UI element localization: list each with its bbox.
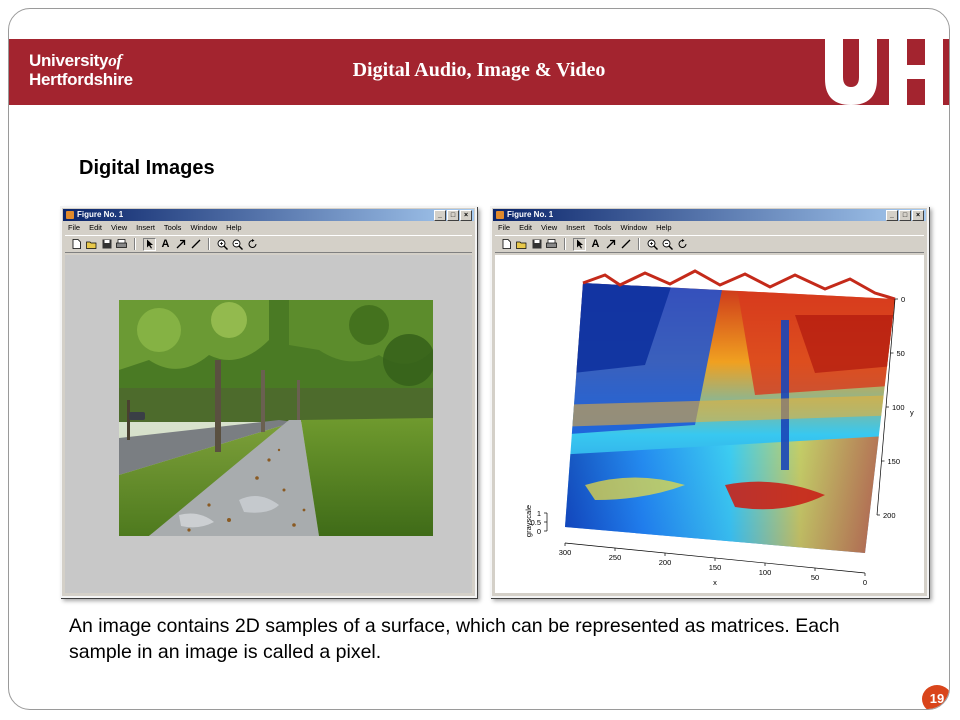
pointer-icon[interactable] <box>143 237 156 251</box>
z-tick-label: 1 <box>537 509 541 518</box>
window-title: Figure No. 1 <box>77 210 124 219</box>
menu-file[interactable]: File <box>498 222 510 234</box>
toolbar-separator <box>564 238 566 250</box>
x-tick-label: 300 <box>559 548 572 557</box>
menu-window[interactable]: Window <box>190 222 217 234</box>
y-tick-label: 200 <box>883 511 896 520</box>
figure-canvas <box>65 255 472 593</box>
section-title: Digital Images <box>79 157 215 179</box>
toolbar-separator <box>638 238 640 250</box>
course-title: Digital Audio, Image & Video <box>352 59 606 81</box>
close-button[interactable]: × <box>460 210 472 221</box>
header-banner: Universityof Hertfordshire Digital Audio… <box>9 39 949 105</box>
menu-view[interactable]: View <box>111 222 127 234</box>
figure-window-photo[interactable]: Figure No. 1 _ □ × File Edit View Insert… <box>60 206 477 598</box>
toolbar-separator <box>208 238 210 250</box>
save-icon[interactable] <box>101 239 112 250</box>
y-tick-label: 100 <box>892 403 905 412</box>
open-folder-icon[interactable] <box>516 239 527 250</box>
menu-tools[interactable]: Tools <box>164 222 182 234</box>
minimize-button[interactable]: _ <box>434 210 446 221</box>
zoom-in-icon[interactable] <box>217 239 228 250</box>
close-button[interactable]: × <box>912 210 924 221</box>
uh-logo-mark <box>825 39 943 105</box>
print-icon[interactable] <box>546 239 557 250</box>
arrow-icon[interactable] <box>175 239 186 250</box>
park-path-photo <box>119 300 433 536</box>
x-axis-label: x <box>713 578 717 587</box>
figure-canvas: 300 250 200 150 100 50 0 x 0 50 100 150 200 y 1 0.5 0 gra… <box>495 255 924 593</box>
matlab-figure-icon <box>66 211 74 219</box>
menu-insert[interactable]: Insert <box>136 222 155 234</box>
x-tick-label: 250 <box>609 553 622 562</box>
figure-toolbar: A <box>65 235 472 253</box>
matlab-figure-icon <box>496 211 504 219</box>
zoom-out-icon[interactable] <box>232 239 243 250</box>
figure-window-surface[interactable]: Figure No. 1 _ □ × File Edit View Insert… <box>490 206 929 598</box>
new-file-icon[interactable] <box>71 239 82 250</box>
zoom-in-icon[interactable] <box>647 239 658 250</box>
z-axis-label: grayscale <box>524 505 533 537</box>
open-folder-icon[interactable] <box>86 239 97 250</box>
x-tick-label: 0 <box>863 578 867 587</box>
menu-help[interactable]: Help <box>656 222 671 234</box>
zoom-out-icon[interactable] <box>662 239 673 250</box>
y-tick-label: 0 <box>901 295 905 304</box>
pointer-icon[interactable] <box>573 237 586 251</box>
x-tick-label: 100 <box>759 568 772 577</box>
menu-insert[interactable]: Insert <box>566 222 585 234</box>
minimize-button[interactable]: _ <box>886 210 898 221</box>
arrow-icon[interactable] <box>605 239 616 250</box>
new-file-icon[interactable] <box>501 239 512 250</box>
x-tick-label: 200 <box>659 558 672 567</box>
y-tick-label: 150 <box>888 457 901 466</box>
menu-file[interactable]: File <box>68 222 80 234</box>
line-icon[interactable] <box>190 239 201 250</box>
surface-mesh <box>565 283 895 553</box>
y-axis-label: y <box>910 408 914 417</box>
window-titlebar[interactable]: Figure No. 1 _ □ × <box>493 209 926 221</box>
x-tick-label: 50 <box>811 573 819 582</box>
save-icon[interactable] <box>531 239 542 250</box>
window-title: Figure No. 1 <box>507 210 554 219</box>
toolbar-separator <box>134 238 136 250</box>
slide-caption: An image contains 2D samples of a surfac… <box>69 615 840 663</box>
menu-bar: File Edit View Insert Tools Window Help <box>492 222 927 234</box>
line-icon[interactable] <box>620 239 631 250</box>
slide: Universityof Hertfordshire Digital Audio… <box>8 8 950 710</box>
menu-bar: File Edit View Insert Tools Window Help <box>62 222 475 234</box>
menu-window[interactable]: Window <box>620 222 647 234</box>
menu-tools[interactable]: Tools <box>594 222 612 234</box>
menu-help[interactable]: Help <box>226 222 241 234</box>
menu-edit[interactable]: Edit <box>89 222 102 234</box>
x-tick-label: 150 <box>709 563 722 572</box>
z-tick-label: 0 <box>537 527 541 536</box>
y-tick-label: 50 <box>897 349 905 358</box>
text-icon[interactable]: A <box>590 238 601 250</box>
print-icon[interactable] <box>116 239 127 250</box>
menu-view[interactable]: View <box>541 222 557 234</box>
text-icon[interactable]: A <box>160 238 171 250</box>
maximize-button[interactable]: □ <box>447 210 459 221</box>
maximize-button[interactable]: □ <box>899 210 911 221</box>
page-number-badge: 19 <box>922 685 949 709</box>
grayscale-surface-plot: 300250200150100500x050100150200y10.50gra… <box>524 269 914 587</box>
menu-edit[interactable]: Edit <box>519 222 532 234</box>
figure-toolbar: A <box>495 235 924 253</box>
rotate-icon[interactable] <box>247 239 258 250</box>
window-titlebar[interactable]: Figure No. 1 _ □ × <box>63 209 474 221</box>
rotate-icon[interactable] <box>677 239 688 250</box>
